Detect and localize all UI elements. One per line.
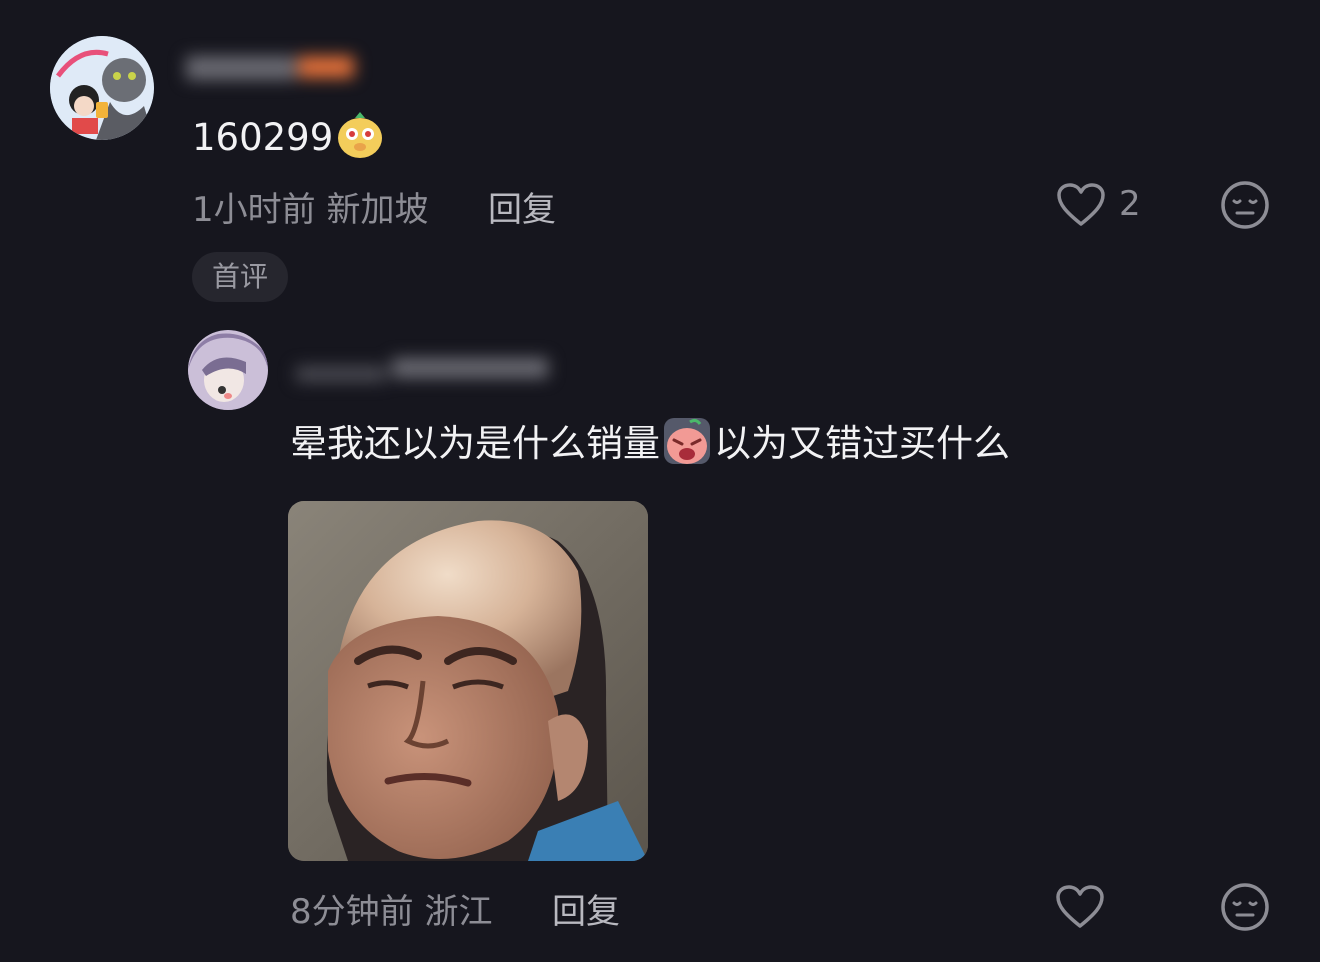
reply-like-button[interactable]	[1055, 882, 1107, 932]
reply-body: 晕我还以为是什么销量 以为又错过买什么	[290, 416, 1010, 466]
heart-outline-icon	[1057, 183, 1105, 226]
comment-like-count: 2	[1119, 184, 1141, 224]
blurred-username-shape	[296, 358, 548, 382]
reply-location: 浙江	[424, 892, 493, 932]
reply-time: 8分钟前	[290, 892, 414, 932]
replier-avatar[interactable]	[188, 330, 268, 410]
commenter-avatar[interactable]	[50, 36, 154, 140]
reply-image[interactable]	[288, 501, 648, 861]
reply-text-part2: 以为又错过买什么	[714, 422, 1010, 465]
heart-outline-icon	[1056, 885, 1104, 928]
meh-face-icon	[1221, 181, 1269, 229]
reply-text-part1: 晕我还以为是什么销量	[290, 422, 660, 465]
comment-time: 1小时前	[192, 190, 316, 230]
blurred-username-shape	[186, 56, 354, 80]
comment-meta: 1小时前 新加坡	[192, 182, 428, 231]
first-comment-badge: 首评	[192, 252, 289, 302]
replier-username-blurred[interactable]	[296, 352, 548, 388]
reply-dislike-button[interactable]	[1220, 882, 1270, 932]
avatar-art	[188, 330, 268, 410]
comment-text: 160299	[192, 116, 334, 159]
comment-like-button[interactable]: 2	[1056, 180, 1146, 230]
commenter-username-blurred[interactable]	[186, 48, 356, 88]
crying-face-emoji-icon	[662, 416, 712, 466]
comment-reply-button[interactable]: 回复	[488, 182, 556, 231]
reply-meta: 8分钟前 浙江	[290, 884, 492, 933]
reply-reply-button[interactable]: 回复	[552, 884, 620, 933]
comment-body: 160299	[192, 110, 387, 160]
mole-emoji-icon	[335, 110, 385, 160]
avatar-art	[50, 36, 154, 140]
comment-location: 新加坡	[326, 190, 429, 230]
meh-face-icon	[1221, 883, 1269, 931]
meme-photo-illustration	[288, 501, 648, 861]
comment-dislike-button[interactable]	[1220, 180, 1270, 230]
